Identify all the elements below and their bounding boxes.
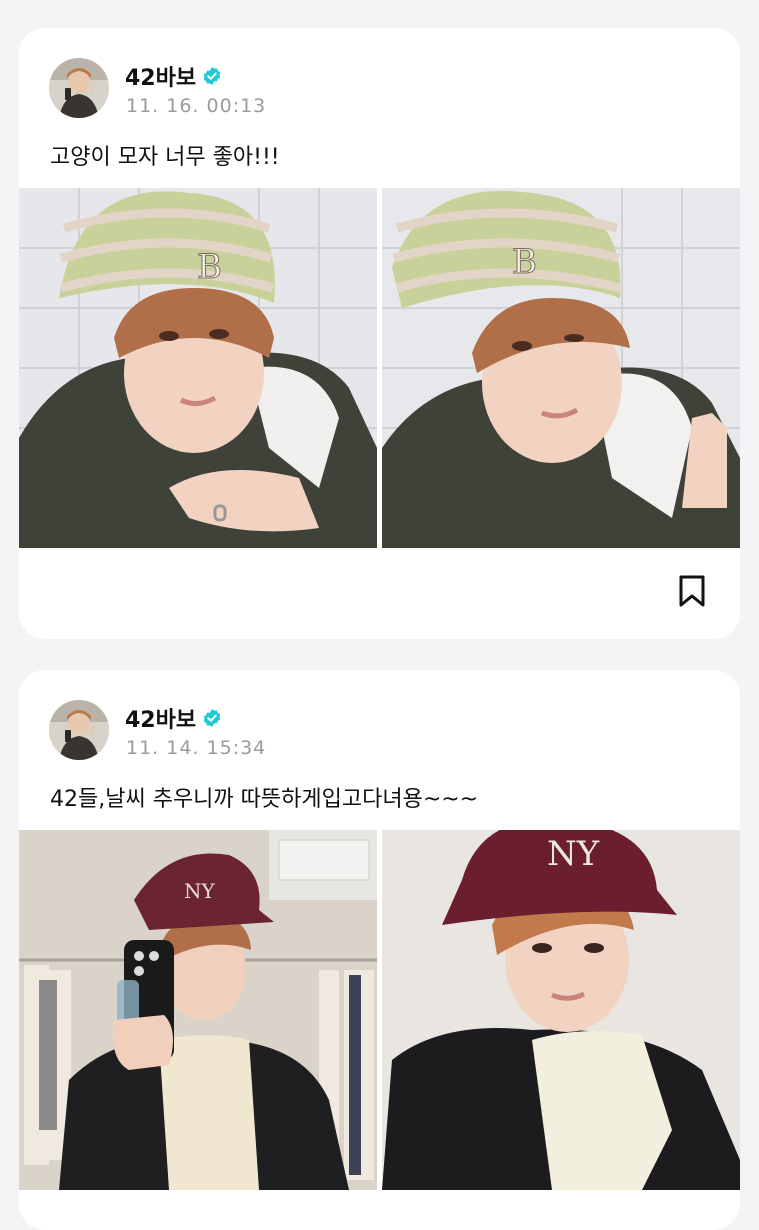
author-name[interactable]: 42바보: [125, 702, 196, 734]
author-name[interactable]: 42바보: [125, 60, 196, 92]
post-header: 42바보 11. 16. 00:13: [19, 28, 740, 118]
post-card[interactable]: 42바보 11. 14. 15:34 42들,날씨 추우니까 따뜻하게입고다녀용…: [19, 670, 740, 1230]
post-timestamp: 11. 14. 15:34: [126, 737, 267, 759]
author-name-row[interactable]: 42바보: [125, 60, 222, 92]
post-photo-1[interactable]: NY: [19, 830, 377, 1190]
post-photo-2[interactable]: NY: [382, 830, 740, 1190]
post-photo-1[interactable]: B: [19, 188, 377, 548]
post-text: 고양이 모자 너무 좋아!!!: [50, 145, 280, 170]
post-header: 42바보 11. 14. 15:34: [19, 670, 740, 760]
verified-badge-icon: [203, 709, 221, 727]
post-timestamp: 11. 16. 00:13: [126, 95, 267, 117]
author-name-row[interactable]: 42바보: [125, 702, 222, 734]
photo-grid: B B: [19, 188, 740, 548]
photo-grid: NY NY: [19, 830, 740, 1190]
author-avatar[interactable]: [49, 700, 109, 760]
svg-text:B: B: [197, 247, 222, 287]
svg-text:NY: NY: [184, 879, 216, 903]
post-text: 42들,날씨 추우니까 따뜻하게입고다녀용~~~: [50, 787, 479, 812]
post-photo-2[interactable]: B: [382, 188, 740, 548]
post-card[interactable]: 42바보 11. 16. 00:13 고양이 모자 너무 좋아!!! B B: [19, 28, 740, 639]
bookmark-icon[interactable]: [677, 574, 707, 608]
author-avatar[interactable]: [49, 58, 109, 118]
svg-text:B: B: [512, 242, 537, 282]
verified-badge-icon: [203, 67, 221, 85]
svg-text:NY: NY: [547, 834, 600, 874]
